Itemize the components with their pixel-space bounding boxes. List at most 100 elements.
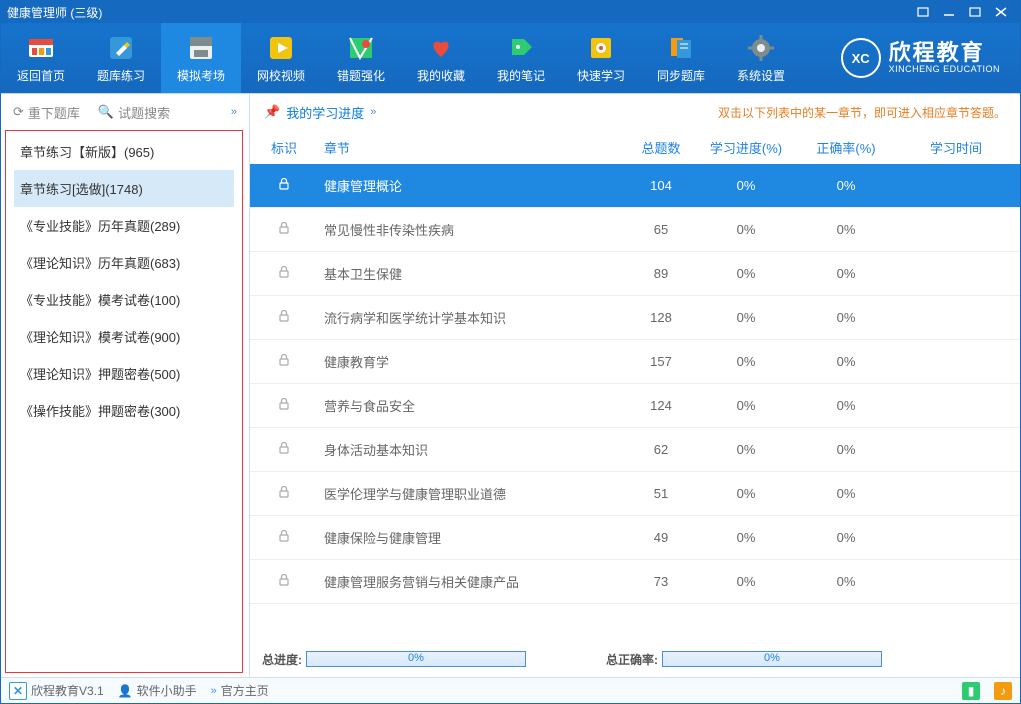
table-row[interactable]: 健康教育学1570%0%: [250, 340, 1020, 384]
chevron-right-icon: »: [370, 106, 376, 118]
chapter-name: 营养与食品安全: [314, 396, 626, 415]
chapter-name: 流行病学和医学统计学基本知识: [314, 308, 626, 327]
minimize-icon[interactable]: [936, 3, 962, 21]
table-row[interactable]: 医学伦理学与健康管理职业道德510%0%: [250, 472, 1020, 516]
stats-icon[interactable]: ▮: [962, 682, 980, 700]
redownload-button[interactable]: ⟳ 重下题库: [13, 103, 80, 122]
total-count: 51: [626, 486, 696, 501]
accuracy-pct: 0%: [796, 310, 896, 325]
table-row[interactable]: 常见慢性非传染性疾病650%0%: [250, 208, 1020, 252]
sound-icon[interactable]: ♪: [994, 682, 1012, 700]
progress-pct: 0%: [696, 486, 796, 501]
nav-wrong[interactable]: 错题强化: [321, 23, 401, 93]
tag-icon: [506, 32, 536, 62]
logo-cn: 欣程教育: [889, 41, 1000, 65]
lock-icon: [277, 267, 291, 282]
table-row[interactable]: 基本卫生保健890%0%: [250, 252, 1020, 296]
chevron-right-icon[interactable]: »: [231, 106, 237, 118]
status-brand[interactable]: ✕ 欣程教育V3.1: [9, 682, 104, 700]
status-bar: ✕ 欣程教育V3.1 👤 软件小助手 » 官方主页 ▮ ♪: [1, 677, 1020, 703]
sidebar-item[interactable]: 章节练习【新版】(965): [14, 133, 234, 170]
total-count: 124: [626, 398, 696, 413]
nav-mock-exam[interactable]: 模拟考场: [161, 23, 241, 93]
chapter-name: 身体活动基本知识: [314, 440, 626, 459]
progress-pct: 0%: [696, 574, 796, 589]
lock-icon: [277, 443, 291, 458]
table-row[interactable]: 健康管理概论1040%0%: [250, 164, 1020, 208]
progress-pct: 0%: [696, 222, 796, 237]
total-count: 104: [626, 178, 696, 193]
save-icon: [186, 32, 216, 62]
sidebar-item[interactable]: 《理论知识》模考试卷(900): [14, 318, 234, 355]
lock-icon: [277, 575, 291, 590]
download-icon: ⟳: [13, 104, 24, 120]
table-row[interactable]: 营养与食品安全1240%0%: [250, 384, 1020, 428]
total-progress-label: 总进度:: [262, 651, 302, 668]
col-total: 总题数: [626, 138, 696, 157]
chapter-name: 基本卫生保健: [314, 264, 626, 283]
sidebar-item[interactable]: 《理论知识》历年真题(683): [14, 244, 234, 281]
sidebar-item[interactable]: 章节练习[选做](1748): [14, 170, 234, 207]
total-count: 157: [626, 354, 696, 369]
category-sidebar: 章节练习【新版】(965)章节练习[选做](1748)《专业技能》历年真题(28…: [5, 130, 243, 673]
my-progress-button[interactable]: 📌 我的学习进度 »: [264, 103, 376, 122]
chapter-name: 健康保险与健康管理: [314, 528, 626, 547]
chapter-name: 健康管理概论: [314, 176, 626, 195]
nav-video[interactable]: 网校视频: [241, 23, 321, 93]
table-header: 标识 章节 总题数 学习进度(%) 正确率(%) 学习时间: [250, 130, 1020, 164]
accuracy-pct: 0%: [796, 266, 896, 281]
chevron-right-icon: »: [211, 685, 217, 697]
accuracy-pct: 0%: [796, 530, 896, 545]
total-accuracy-bar: 0%: [662, 651, 882, 667]
maximize-icon[interactable]: [962, 3, 988, 21]
progress-pct: 0%: [696, 398, 796, 413]
close-icon[interactable]: [988, 3, 1014, 21]
total-count: 128: [626, 310, 696, 325]
home-icon: [26, 32, 56, 62]
nav-home[interactable]: 返回首页: [1, 23, 81, 93]
sidebar-item[interactable]: 《操作技能》押题密卷(300): [14, 392, 234, 429]
total-accuracy-label: 总正确率:: [606, 651, 658, 668]
nav-sync[interactable]: 同步题库: [641, 23, 721, 93]
status-home[interactable]: » 官方主页: [211, 682, 269, 699]
lock-icon: [277, 223, 291, 238]
lock-icon: [277, 399, 291, 414]
nav-settings[interactable]: 系统设置: [721, 23, 801, 93]
chapter-name: 健康管理服务营销与相关健康产品: [314, 572, 626, 591]
col-time: 学习时间: [896, 138, 1016, 157]
accuracy-pct: 0%: [796, 222, 896, 237]
safe-icon: [586, 32, 616, 62]
progress-pct: 0%: [696, 310, 796, 325]
table-row[interactable]: 健康保险与健康管理490%0%: [250, 516, 1020, 560]
col-accuracy: 正确率(%): [796, 138, 896, 157]
helper-icon: 👤: [118, 684, 133, 698]
search-button[interactable]: 🔍 试题搜索: [98, 103, 170, 122]
restore-down-icon[interactable]: [910, 3, 936, 21]
nav-question-bank[interactable]: 题库练习: [81, 23, 161, 93]
nav-quick[interactable]: 快速学习: [561, 23, 641, 93]
nav-notes[interactable]: 我的笔记: [481, 23, 561, 93]
accuracy-pct: 0%: [796, 354, 896, 369]
status-helper[interactable]: 👤 软件小助手: [118, 682, 197, 699]
table-row[interactable]: 流行病学和医学统计学基本知识1280%0%: [250, 296, 1020, 340]
accuracy-pct: 0%: [796, 486, 896, 501]
window-title: 健康管理师 (三级): [7, 4, 102, 21]
lock-icon: [277, 179, 291, 194]
accuracy-pct: 0%: [796, 574, 896, 589]
book-icon: [666, 32, 696, 62]
progress-pct: 0%: [696, 530, 796, 545]
lock-icon: [277, 311, 291, 326]
nav-favorites[interactable]: 我的收藏: [401, 23, 481, 93]
close-x-icon: ✕: [9, 682, 27, 700]
gear-icon: [746, 32, 776, 62]
sidebar-item[interactable]: 《专业技能》模考试卷(100): [14, 281, 234, 318]
sidebar-item[interactable]: 《理论知识》押题密卷(500): [14, 355, 234, 392]
table-row[interactable]: 健康管理服务营销与相关健康产品730%0%: [250, 560, 1020, 604]
col-progress: 学习进度(%): [696, 138, 796, 157]
total-count: 89: [626, 266, 696, 281]
chapter-table: 健康管理概论1040%0%常见慢性非传染性疾病650%0%基本卫生保健890%0…: [250, 164, 1020, 641]
table-row[interactable]: 身体活动基本知识620%0%: [250, 428, 1020, 472]
title-bar: 健康管理师 (三级): [1, 1, 1020, 23]
col-chapter: 章节: [314, 138, 626, 157]
sidebar-item[interactable]: 《专业技能》历年真题(289): [14, 207, 234, 244]
